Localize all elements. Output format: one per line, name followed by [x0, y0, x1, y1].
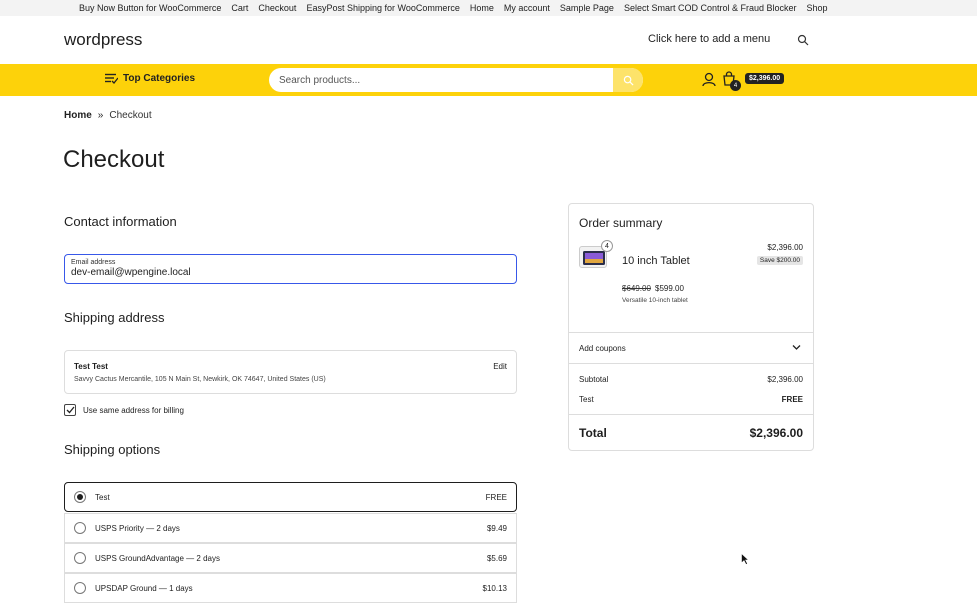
- shipping-option-radio[interactable]: [74, 552, 86, 564]
- summary-divider: [569, 332, 813, 333]
- summary-divider: [569, 363, 813, 364]
- search-icon: [623, 75, 634, 86]
- address-line: Savvy Cactus Mercantile, 105 N Main St, …: [74, 376, 326, 383]
- product-name: 10 inch Tablet: [622, 255, 690, 267]
- shipping-option-radio[interactable]: [74, 491, 86, 503]
- site-title[interactable]: wordpress: [64, 30, 142, 50]
- page-title: Checkout: [63, 146, 165, 173]
- add-menu-link[interactable]: Click here to add a menu: [648, 33, 770, 45]
- breadcrumb-separator-icon: »: [97, 110, 104, 121]
- site-header: wordpress Click here to add a menu: [0, 16, 977, 64]
- product-search: [269, 68, 643, 92]
- search-icon[interactable]: [797, 34, 809, 46]
- breadcrumb-current: Checkout: [109, 110, 152, 121]
- chevron-down-icon[interactable]: [792, 344, 801, 351]
- order-summary: Order summary 4 10 inch Tablet $2,396.00…: [568, 203, 814, 451]
- top-nav: Buy Now Button for WooCommerce Cart Chec…: [0, 0, 977, 16]
- product-description: Versatile 10-inch tablet: [622, 297, 688, 304]
- same-billing-row[interactable]: Use same address for billing: [64, 404, 184, 416]
- subtotal-label: Subtotal: [579, 375, 609, 384]
- nav-link-my-account[interactable]: My account: [504, 3, 550, 13]
- breadcrumb: Home » Checkout: [64, 110, 152, 121]
- shipping-option-price: $10.13: [482, 583, 507, 593]
- shipping-option-label: Test: [95, 492, 110, 502]
- total-label: Total: [579, 426, 607, 440]
- cart-total-badge[interactable]: $2,396.00: [745, 73, 785, 84]
- nav-link-shop[interactable]: Shop: [807, 3, 828, 13]
- product-line-total: $2,396.00: [767, 243, 803, 252]
- nav-link-easypost[interactable]: EasyPost Shipping for WooCommerce: [306, 3, 459, 13]
- product-search-button[interactable]: [613, 68, 643, 92]
- order-summary-title: Order summary: [579, 216, 663, 230]
- mouse-cursor-icon: [741, 553, 749, 565]
- shipping-option[interactable]: UPSDAP Ground — 1 days $10.13: [64, 573, 517, 603]
- product-regular-price: $649.00: [622, 284, 651, 293]
- shipping-label: Test: [579, 395, 594, 404]
- top-categories-button[interactable]: Top Categories: [105, 73, 195, 84]
- shipping-option-price: $5.69: [486, 553, 507, 563]
- save-badge: Save $200.00: [756, 256, 803, 265]
- total-value: $2,396.00: [749, 426, 803, 440]
- shipping-address-title: Shipping address: [64, 310, 165, 325]
- user-icon[interactable]: [702, 72, 716, 87]
- shipping-option-label: UPSDAP Ground — 1 days: [95, 583, 193, 593]
- top-categories-label: Top Categories: [123, 73, 196, 84]
- shipping-address-card: Test Test Savvy Cactus Mercantile, 105 N…: [64, 350, 517, 394]
- nav-link-buy-now[interactable]: Buy Now Button for WooCommerce: [79, 3, 221, 13]
- shipping-option-label: USPS GroundAdvantage — 2 days: [95, 553, 220, 563]
- email-field-label: Email address: [71, 259, 116, 266]
- breadcrumb-home[interactable]: Home: [64, 110, 92, 121]
- shipping-option-radio[interactable]: [74, 582, 86, 594]
- nav-link-smart-cod[interactable]: Select Smart COD Control & Fraud Blocker: [624, 3, 797, 13]
- email-field-value[interactable]: dev-email@wpengine.local: [71, 267, 510, 278]
- shipping-option-radio[interactable]: [74, 522, 86, 534]
- shipping-option[interactable]: USPS GroundAdvantage — 2 days $5.69: [64, 543, 517, 573]
- shipping-option-price: FREE: [485, 492, 507, 502]
- product-search-input[interactable]: [269, 68, 613, 92]
- contact-section-title: Contact information: [64, 214, 177, 229]
- product-qty-badge: 4: [601, 240, 613, 252]
- checkmark-icon: [66, 406, 75, 414]
- shipping-option[interactable]: Test FREE: [64, 482, 517, 512]
- shipping-option[interactable]: USPS Priority — 2 days $9.49: [64, 513, 517, 543]
- email-field[interactable]: Email address dev-email@wpengine.local: [64, 254, 517, 284]
- summary-divider: [569, 414, 813, 415]
- nav-link-cart[interactable]: Cart: [231, 3, 248, 13]
- same-billing-label: Use same address for billing: [83, 405, 184, 415]
- shipping-value: FREE: [781, 395, 803, 404]
- category-search-bar: Top Categories 4 $2,396.00: [0, 64, 977, 96]
- product-sale-price: $599.00: [655, 284, 684, 293]
- subtotal-value: $2,396.00: [767, 375, 803, 384]
- nav-link-sample-page[interactable]: Sample Page: [560, 3, 614, 13]
- edit-address-button[interactable]: Edit: [493, 362, 507, 371]
- shipping-option-price: $9.49: [486, 523, 507, 533]
- address-name: Test Test: [74, 362, 108, 371]
- same-billing-checkbox[interactable]: [64, 404, 76, 416]
- add-coupons-toggle[interactable]: Add coupons: [579, 344, 626, 353]
- shipping-option-label: USPS Priority — 2 days: [95, 523, 180, 533]
- menu-list-icon: [105, 73, 118, 84]
- cart-count-badge: 4: [730, 80, 741, 91]
- nav-link-checkout[interactable]: Checkout: [258, 3, 296, 13]
- shipping-options-title: Shipping options: [64, 442, 161, 457]
- nav-link-home[interactable]: Home: [470, 3, 494, 13]
